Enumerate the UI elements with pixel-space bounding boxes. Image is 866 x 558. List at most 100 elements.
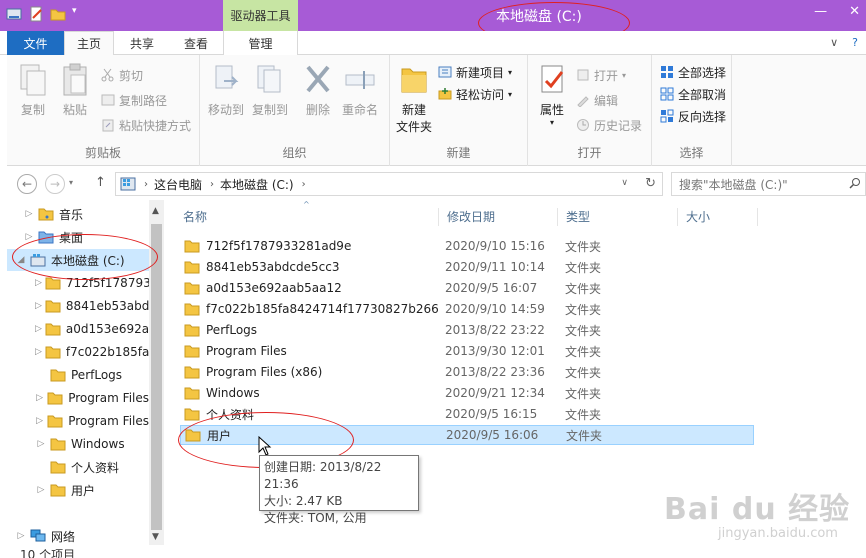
up-arrow-icon[interactable]: ↑ — [95, 175, 106, 190]
tab-file[interactable]: 文件 — [7, 31, 64, 55]
cut-button[interactable]: 剪切 — [101, 65, 143, 85]
nav-item-folder[interactable]: ▷ 8841eb53abd — [7, 295, 149, 317]
expand-arrow-icon[interactable]: ▷ — [23, 232, 35, 242]
tab-view[interactable]: 查看 — [170, 31, 222, 55]
nav-item-local-disk-c[interactable]: ◢ 本地磁盘 (C:) — [7, 249, 149, 271]
address-bar[interactable]: › 这台电脑 › 本地磁盘 (C:) › ∨ ↻ — [115, 172, 663, 196]
open-button[interactable]: 打开 ▾ — [576, 65, 626, 85]
expand-arrow-icon[interactable]: ▷ — [35, 439, 47, 449]
drive-icon — [30, 253, 46, 267]
folder-icon — [50, 368, 66, 382]
back-arrow-icon: ← — [21, 177, 33, 191]
folder-icon — [47, 391, 63, 405]
breadcrumb-separator-icon[interactable]: › — [144, 179, 148, 190]
column-header-date[interactable]: 修改日期 — [439, 208, 558, 226]
invert-selection-button[interactable]: 反向选择 — [660, 106, 726, 126]
search-icon[interactable] — [849, 177, 861, 192]
file-row[interactable]: Windows 2020/9/21 12:34 文件夹 — [180, 383, 754, 403]
address-dropdown-icon[interactable]: ∨ — [621, 178, 628, 188]
history-button[interactable]: 历史记录 — [576, 115, 642, 135]
move-to-button[interactable]: 移动到 — [206, 63, 246, 118]
file-row[interactable]: 8841eb53abdcde5cc3 2020/9/11 10:14 文件夹 — [180, 257, 754, 277]
properties-icon[interactable] — [28, 6, 44, 22]
mouse-cursor-icon — [258, 435, 272, 456]
delete-button[interactable]: 删除 — [298, 63, 338, 118]
tab-share[interactable]: 共享 — [114, 31, 170, 55]
forward-button[interactable]: → — [45, 174, 65, 194]
ribbon-collapse-icon[interactable]: ∨ — [830, 36, 838, 49]
rename-button[interactable]: 重命名 — [340, 63, 380, 118]
expand-arrow-icon[interactable]: ▷ — [35, 324, 42, 334]
select-none-button[interactable]: 全部取消 — [660, 84, 726, 104]
tab-manage[interactable]: 管理 — [223, 31, 298, 55]
expand-arrow-icon[interactable]: ▷ — [35, 393, 44, 403]
new-item-button[interactable]: 新建项目 ▾ — [438, 62, 512, 82]
nav-item-perflogs[interactable]: PerfLogs — [7, 364, 149, 386]
nav-item-folder[interactable]: ▷ 712f5f178793 — [7, 272, 149, 294]
column-header-name[interactable]: 名称 — [175, 208, 439, 226]
select-all-button[interactable]: 全部选择 — [660, 62, 726, 82]
search-input[interactable]: 搜索"本地磁盘 (C:)" — [671, 172, 866, 196]
nav-item-folder[interactable]: ▷ f7c022b185fa — [7, 341, 149, 363]
desktop-folder-icon — [38, 230, 54, 244]
nav-item-desktop[interactable]: ▷ 桌面 — [7, 226, 149, 248]
refresh-icon[interactable]: ↻ — [645, 176, 656, 191]
easy-access-button[interactable]: 轻松访问 ▾ — [438, 84, 512, 104]
expand-arrow-icon[interactable]: ▷ — [15, 531, 27, 541]
expand-arrow-icon[interactable]: ▷ — [35, 347, 42, 357]
minimize-button[interactable]: — — [814, 4, 827, 19]
easy-access-icon — [438, 87, 452, 101]
folder-icon — [50, 460, 66, 474]
file-row[interactable]: Program Files 2013/9/30 12:01 文件夹 — [180, 341, 754, 361]
file-row[interactable]: Program Files (x86) 2013/8/22 23:36 文件夹 — [180, 362, 754, 382]
scroll-down-icon[interactable]: ▼ — [152, 532, 159, 542]
tab-home[interactable]: 主页 — [64, 31, 114, 56]
expand-arrow-icon[interactable]: ▷ — [35, 416, 44, 426]
expand-arrow-icon[interactable]: ▷ — [35, 278, 42, 288]
new-folder-icon[interactable] — [50, 6, 66, 22]
expand-arrow-icon[interactable]: ▷ — [23, 209, 35, 219]
edit-button[interactable]: 编辑 — [576, 90, 618, 110]
recent-locations-icon[interactable]: ▾ — [69, 178, 73, 187]
file-row[interactable]: a0d153e692aab5aa12 2020/9/5 16:07 文件夹 — [180, 278, 754, 298]
nav-item-windows[interactable]: ▷ Windows — [7, 433, 149, 455]
breadcrumb-local-disk[interactable]: 本地磁盘 (C:) — [220, 176, 294, 193]
collapse-arrow-icon[interactable]: ◢ — [15, 255, 27, 265]
expand-arrow-icon[interactable]: ▷ — [35, 485, 47, 495]
folder-icon — [184, 240, 200, 253]
group-clipboard: 复制 粘贴 剪切 复制路径 粘贴快捷方式 剪贴板 — [7, 55, 200, 166]
nav-item-folder[interactable]: ▷ a0d153e692a — [7, 318, 149, 340]
file-row[interactable]: 个人资料 2020/9/5 16:15 文件夹 — [180, 404, 754, 424]
copy-to-button[interactable]: 复制到 — [250, 63, 290, 118]
edit-icon — [576, 93, 590, 108]
nav-item-network[interactable]: ▷ 网络 — [7, 525, 149, 547]
nav-item-program-files[interactable]: ▷ Program Files — [7, 387, 149, 409]
paste-button[interactable]: 粘贴 — [55, 63, 95, 118]
file-row[interactable]: PerfLogs 2013/8/22 23:22 文件夹 — [180, 320, 754, 340]
delete-x-icon — [302, 63, 334, 97]
breadcrumb-separator-icon[interactable]: › — [210, 179, 214, 190]
column-header-type[interactable]: 类型 — [558, 208, 678, 226]
nav-item-program-files-x86[interactable]: ▷ Program Files — [7, 410, 149, 432]
close-button[interactable]: ✕ — [849, 4, 860, 19]
file-row[interactable]: 712f5f1787933281ad9e 2020/9/10 15:16 文件夹 — [180, 236, 754, 256]
breadcrumb-this-pc[interactable]: 这台电脑 — [154, 176, 202, 193]
help-icon[interactable]: ? — [852, 36, 858, 49]
properties-button[interactable]: 属性 ▾ — [532, 63, 572, 127]
copy-path-button[interactable]: 复制路径 — [101, 90, 167, 110]
nav-item-users[interactable]: ▷ 用户 — [7, 479, 149, 501]
drive-icon[interactable] — [6, 6, 22, 22]
breadcrumb-separator-icon[interactable]: › — [302, 179, 306, 190]
copy-button[interactable]: 复制 — [13, 63, 53, 118]
nav-pane-scroll-thumb[interactable] — [151, 224, 162, 530]
paste-shortcut-button[interactable]: 粘贴快捷方式 — [101, 115, 191, 135]
nav-item-personal-data[interactable]: 个人资料 — [7, 456, 149, 478]
scroll-up-icon[interactable]: ▲ — [152, 206, 159, 216]
nav-item-music[interactable]: ▷ 音乐 — [7, 203, 149, 225]
expand-arrow-icon[interactable]: ▷ — [35, 301, 42, 311]
column-header-size[interactable]: 大小 — [678, 208, 758, 226]
new-folder-button[interactable]: 新建 文件夹 — [394, 63, 434, 135]
back-button[interactable]: ← — [17, 174, 37, 194]
file-row[interactable]: f7c022b185fa8424714f17730827b266 2020/9/… — [180, 299, 754, 319]
qat-dropdown-icon[interactable]: ▾ — [72, 6, 82, 22]
